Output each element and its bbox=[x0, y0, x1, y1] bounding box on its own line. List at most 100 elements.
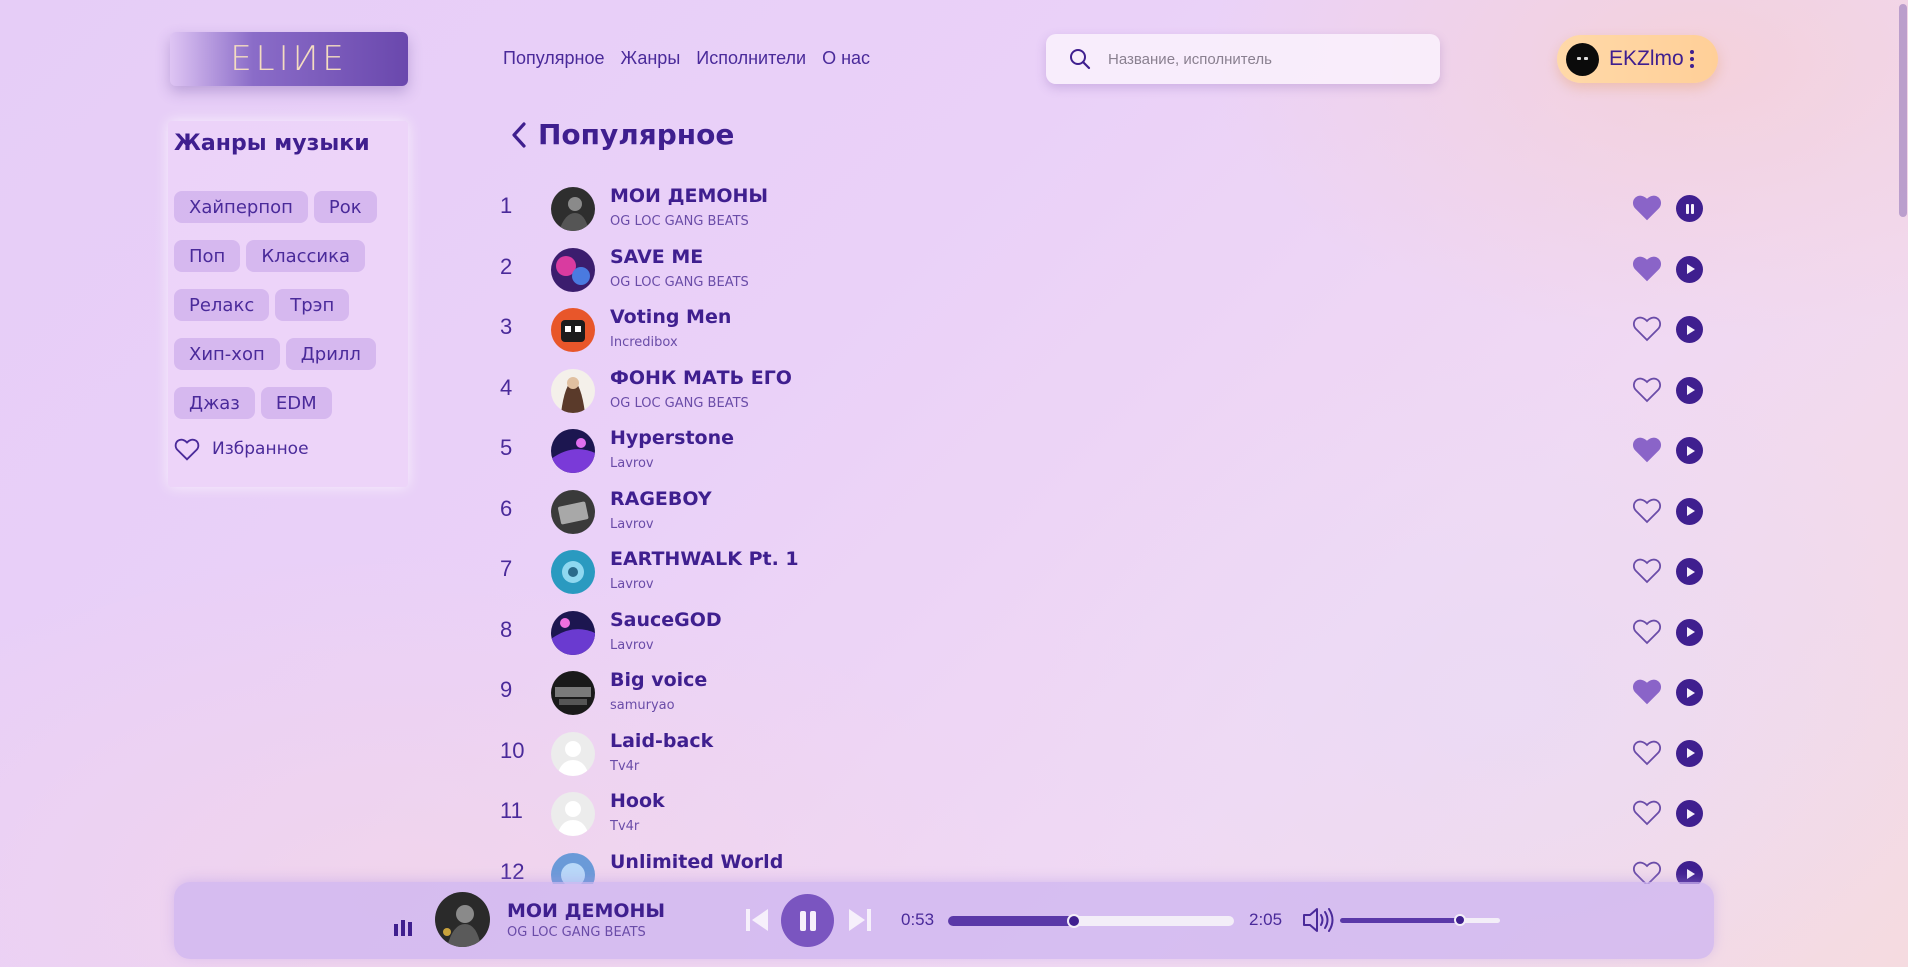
heart-outline-icon[interactable] bbox=[1632, 377, 1662, 403]
pause-button[interactable] bbox=[781, 894, 834, 947]
search-icon[interactable] bbox=[1068, 47, 1094, 71]
back-chevron-icon[interactable] bbox=[510, 121, 528, 149]
track-artist[interactable]: Lavrov bbox=[610, 638, 654, 653]
heart-outline-icon[interactable] bbox=[1632, 619, 1662, 645]
genre-chip[interactable]: Релакс bbox=[174, 289, 270, 321]
track-row[interactable]: 3 Voting Men Incredibox bbox=[500, 304, 1710, 364]
heart-filled-icon[interactable] bbox=[1632, 679, 1662, 705]
track-artist[interactable]: samuryao bbox=[610, 698, 675, 713]
progress-handle[interactable] bbox=[1066, 914, 1081, 928]
volume-icon[interactable] bbox=[1302, 906, 1336, 938]
genre-chip[interactable]: Хип-хоп bbox=[174, 338, 280, 370]
track-title[interactable]: Laid-back bbox=[610, 730, 713, 752]
track-artist[interactable]: Incredibox bbox=[610, 335, 678, 350]
player-bar: МОИ ДЕМОНЫ OG LOC GANG BEATS 0:53 2:05 bbox=[174, 882, 1714, 959]
user-name: EKZlmo bbox=[1609, 47, 1684, 70]
heart-filled-icon[interactable] bbox=[1632, 437, 1662, 463]
track-row[interactable]: 1 МОИ ДЕМОНЫ OG LOC GANG BEATS bbox=[500, 183, 1710, 243]
track-row[interactable]: 10 Laid-back Tv4r bbox=[500, 728, 1710, 788]
nav-genres[interactable]: Жанры bbox=[621, 48, 681, 69]
track-artist[interactable]: OG LOC GANG BEATS bbox=[610, 275, 749, 290]
track-title[interactable]: Big voice bbox=[610, 669, 707, 691]
track-cover bbox=[551, 489, 595, 534]
play-icon[interactable] bbox=[1676, 497, 1703, 525]
play-icon[interactable] bbox=[1676, 255, 1703, 283]
heart-outline-icon[interactable] bbox=[1632, 316, 1662, 342]
track-artist[interactable]: OG LOC GANG BEATS bbox=[610, 214, 749, 229]
scrollbar-thumb[interactable] bbox=[1899, 4, 1907, 217]
play-icon[interactable] bbox=[1676, 437, 1703, 464]
current-time: 0:53 bbox=[901, 910, 935, 929]
logo[interactable]: ELIИE bbox=[170, 32, 408, 86]
user-menu[interactable]: EKZlmo bbox=[1557, 35, 1718, 83]
track-row[interactable]: 8 SauceGOD Lavrov bbox=[500, 607, 1710, 667]
play-icon[interactable] bbox=[1676, 618, 1703, 646]
heart-outline-icon[interactable] bbox=[1632, 558, 1662, 584]
track-row[interactable]: 12 Unlimited World bbox=[500, 849, 1710, 884]
nav-artists[interactable]: Исполнители bbox=[696, 48, 806, 69]
track-title[interactable]: SAVE ME bbox=[610, 246, 703, 268]
favorites-link[interactable]: Избранное bbox=[174, 437, 309, 461]
progress-fill bbox=[948, 916, 1074, 926]
play-icon[interactable] bbox=[1676, 558, 1703, 585]
genre-chip[interactable]: Рок bbox=[313, 191, 377, 223]
genres-panel: Жанры музыки Хайперпоп Рок Поп Классика … bbox=[168, 121, 408, 487]
track-artist[interactable]: Lavrov bbox=[610, 577, 654, 592]
search-input[interactable] bbox=[1108, 50, 1408, 68]
pause-icon[interactable] bbox=[1676, 195, 1703, 222]
heart-filled-icon[interactable] bbox=[1632, 195, 1662, 221]
volume-slider[interactable] bbox=[1340, 914, 1500, 926]
genre-chip[interactable]: Хайперпоп bbox=[174, 191, 308, 223]
track-row[interactable]: 6 RAGEBOY Lavrov bbox=[500, 486, 1710, 546]
genre-chip[interactable]: Трэп bbox=[275, 289, 350, 321]
progress-bar[interactable] bbox=[948, 914, 1234, 928]
track-title[interactable]: EARTHWALK Pt. 1 bbox=[610, 548, 799, 570]
track-row[interactable]: 11 Hook Tv4r bbox=[500, 788, 1710, 848]
track-title[interactable]: Hook bbox=[610, 790, 665, 812]
track-artist[interactable]: Tv4r bbox=[610, 759, 639, 774]
play-icon[interactable] bbox=[1676, 800, 1703, 827]
track-artist[interactable]: Tv4r bbox=[610, 819, 639, 834]
track-artist[interactable]: Lavrov bbox=[610, 456, 654, 471]
play-icon[interactable] bbox=[1676, 860, 1703, 884]
heart-outline-icon[interactable] bbox=[1632, 861, 1662, 884]
track-row[interactable]: 7 EARTHWALK Pt. 1 Lavrov bbox=[500, 546, 1710, 606]
track-row[interactable]: 9 Big voice samuryao bbox=[500, 667, 1710, 727]
genre-chip[interactable]: EDM bbox=[260, 387, 332, 419]
track-title[interactable]: Voting Men bbox=[610, 306, 731, 328]
track-row[interactable]: 4 ФОНК МАТЬ ЕГО OG LOC GANG BEATS bbox=[500, 365, 1710, 425]
track-row[interactable]: 2 SAVE ME OG LOC GANG BEATS bbox=[500, 244, 1710, 304]
kebab-icon[interactable] bbox=[1689, 50, 1694, 68]
track-number: 12 bbox=[500, 858, 525, 884]
track-title[interactable]: МОИ ДЕМОНЫ bbox=[610, 185, 768, 207]
play-icon[interactable] bbox=[1676, 739, 1703, 767]
track-title[interactable]: Unlimited World bbox=[610, 851, 783, 873]
heart-outline-icon[interactable] bbox=[1632, 800, 1662, 826]
heart-outline-icon[interactable] bbox=[1632, 740, 1662, 766]
track-artist[interactable]: Lavrov bbox=[610, 517, 654, 532]
volume-handle[interactable] bbox=[1454, 914, 1466, 926]
play-icon[interactable] bbox=[1676, 376, 1703, 404]
track-title[interactable]: ФОНК МАТЬ ЕГО bbox=[610, 367, 792, 389]
heart-filled-icon[interactable] bbox=[1632, 256, 1662, 282]
track-title[interactable]: SauceGOD bbox=[610, 609, 722, 631]
track-row[interactable]: 5 Hyperstone Lavrov bbox=[500, 425, 1710, 485]
genre-chip[interactable]: Поп bbox=[174, 240, 241, 272]
play-icon[interactable] bbox=[1676, 316, 1703, 343]
track-cover bbox=[551, 247, 595, 292]
next-icon[interactable] bbox=[847, 907, 873, 937]
nav-about[interactable]: О нас bbox=[822, 48, 870, 69]
scrollbar[interactable] bbox=[1897, 0, 1908, 967]
track-cover bbox=[551, 187, 595, 231]
nav-popular[interactable]: Популярное bbox=[503, 48, 605, 69]
play-icon[interactable] bbox=[1676, 679, 1703, 706]
track-title[interactable]: Hyperstone bbox=[610, 427, 734, 449]
heart-outline-icon[interactable] bbox=[1632, 498, 1662, 524]
genre-chip[interactable]: Джаз bbox=[174, 387, 255, 419]
track-title[interactable]: RAGEBOY bbox=[610, 488, 712, 510]
genre-chip[interactable]: Дрилл bbox=[285, 338, 376, 370]
track-artist[interactable]: OG LOC GANG BEATS bbox=[610, 396, 749, 411]
previous-icon[interactable] bbox=[744, 907, 770, 937]
genre-chip[interactable]: Классика bbox=[246, 240, 366, 272]
page-title: Популярное bbox=[538, 118, 735, 151]
